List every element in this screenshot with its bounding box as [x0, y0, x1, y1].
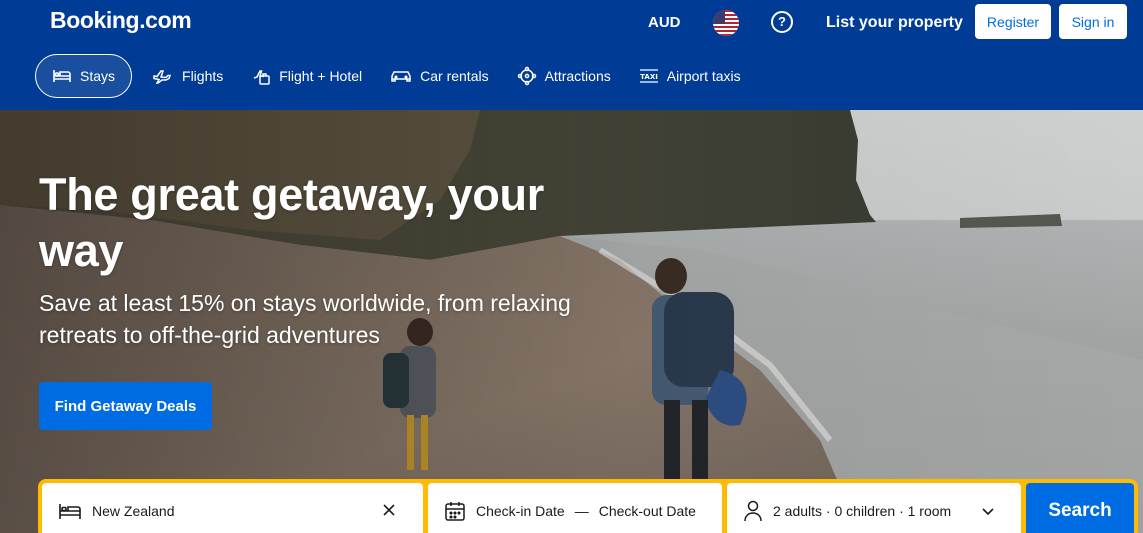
check-in-date[interactable]: Check-in Date [476, 503, 565, 519]
date-range-field[interactable]: Check-in Date — Check-out Date [428, 483, 722, 533]
clear-icon[interactable] [381, 502, 397, 518]
nav-flights-label: Flights [182, 68, 224, 84]
top-header: Booking.com AUD ? List your property Reg… [0, 0, 1143, 110]
nav-flights[interactable]: Flights [138, 54, 237, 98]
currency-selector[interactable]: AUD [648, 13, 681, 33]
plane-icon [153, 70, 172, 84]
car-icon [391, 71, 411, 82]
nav-car-rentals-label: Car rentals [420, 68, 489, 84]
register-button[interactable]: Register [975, 4, 1051, 39]
bed-icon [53, 70, 71, 82]
search-button[interactable]: Search [1026, 483, 1134, 533]
product-nav: Stays Flights Flight + Hotel Car rentals [35, 54, 755, 98]
help-icon[interactable]: ? [771, 11, 793, 33]
hero-banner: The great getaway, your way Save at leas… [0, 110, 1143, 533]
destination-value: New Zealand [92, 503, 175, 519]
plane-hotel-icon [254, 70, 270, 85]
person-icon [744, 500, 762, 522]
guests-field[interactable]: 2 adults · 0 children · 1 room [727, 483, 1021, 533]
nav-airport-taxis[interactable]: TAXI Airport taxis [625, 54, 755, 98]
nav-attractions-label: Attractions [544, 68, 611, 84]
guests-summary: 2 adults · 0 children · 1 room [773, 503, 952, 519]
date-separator: — [574, 503, 589, 519]
nav-stays-label: Stays [80, 68, 116, 84]
nav-flight-hotel[interactable]: Flight + Hotel [237, 54, 376, 98]
svg-text:TAXI: TAXI [640, 73, 658, 81]
search-bar: New Zealand Check-in Date — Check-out Da… [38, 479, 1138, 533]
chevron-down-icon[interactable] [981, 504, 995, 518]
destination-field[interactable]: New Zealand [42, 483, 423, 533]
bed-icon [59, 504, 81, 519]
sign-in-button[interactable]: Sign in [1059, 4, 1127, 39]
nav-airport-taxis-label: Airport taxis [666, 68, 741, 84]
list-property-link[interactable]: List your property [826, 13, 963, 33]
booking-logo[interactable]: Booking.com [50, 7, 192, 34]
check-out-date[interactable]: Check-out Date [599, 503, 696, 519]
calendar-icon [445, 502, 465, 521]
taxi-icon: TAXI [639, 69, 658, 83]
nav-attractions[interactable]: Attractions [503, 54, 625, 98]
find-getaway-deals-button[interactable]: Find Getaway Deals [39, 382, 212, 430]
nav-stays[interactable]: Stays [35, 54, 133, 98]
hero-subtitle: Save at least 15% on stays worldwide, fr… [39, 290, 571, 348]
nav-flight-hotel-label: Flight + Hotel [279, 68, 363, 84]
us-flag-icon[interactable] [713, 10, 739, 36]
nav-car-rentals[interactable]: Car rentals [376, 54, 502, 98]
attractions-icon [517, 66, 536, 86]
hero-title: The great getaway, your way [39, 169, 544, 276]
